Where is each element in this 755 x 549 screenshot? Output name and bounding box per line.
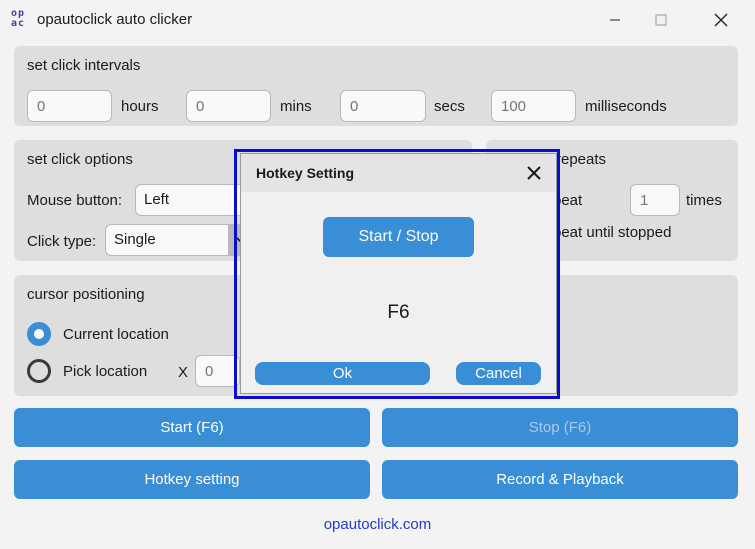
dialog-title: Hotkey Setting xyxy=(256,165,355,181)
close-icon[interactable] xyxy=(698,0,744,40)
secs-label: secs xyxy=(434,98,465,115)
click-type-label: Click type: xyxy=(27,233,97,250)
ok-button[interactable]: Ok xyxy=(255,362,430,385)
website-link[interactable]: opautoclick.com xyxy=(0,516,755,533)
dialog-header: Hotkey Setting xyxy=(241,154,556,192)
mouse-button-label: Mouse button: xyxy=(27,192,123,209)
maximize-icon[interactable] xyxy=(638,0,684,40)
milliseconds-label: milliseconds xyxy=(585,98,667,115)
click-type-select[interactable]: Single xyxy=(105,224,255,256)
minimize-icon[interactable] xyxy=(592,0,638,40)
hours-input[interactable] xyxy=(27,90,112,122)
pick-location-label: Pick location xyxy=(63,363,148,380)
times-label: times xyxy=(686,192,722,209)
current-location-radio[interactable] xyxy=(27,322,51,346)
panel-title: repeats xyxy=(556,151,607,168)
title-bar: op ac opautoclick auto clicker xyxy=(0,0,755,40)
record-playback-button[interactable]: Record & Playback xyxy=(382,460,738,499)
milliseconds-input[interactable] xyxy=(491,90,576,122)
click-type-value: Single xyxy=(114,231,156,248)
pick-location-radio[interactable] xyxy=(27,359,51,383)
window-title: opautoclick auto clicker xyxy=(37,11,193,28)
mouse-button-value: Left xyxy=(144,191,170,208)
start-stop-hotkey-button[interactable]: Start / Stop xyxy=(323,217,474,257)
cancel-button[interactable]: Cancel xyxy=(456,362,541,385)
repeat-until-stopped-label: peat until stopped xyxy=(553,224,672,241)
repeat-count-input[interactable] xyxy=(630,184,680,216)
panel-title: set click intervals xyxy=(27,57,141,74)
start-button[interactable]: Start (F6) xyxy=(14,408,370,447)
current-location-label: Current location xyxy=(63,326,169,343)
mins-input[interactable] xyxy=(186,90,271,122)
click-intervals-panel: set click intervals hours mins secs mill… xyxy=(14,46,738,126)
secs-input[interactable] xyxy=(340,90,426,122)
close-icon[interactable] xyxy=(525,164,543,182)
x-label: X xyxy=(178,364,189,381)
app-logo-icon: op ac xyxy=(11,8,26,29)
hotkey-setting-button[interactable]: Hotkey setting xyxy=(14,460,370,499)
mins-label: mins xyxy=(280,98,312,115)
panel-title: set click options xyxy=(27,151,133,168)
hotkey-value: F6 xyxy=(387,302,410,323)
hours-label: hours xyxy=(121,98,159,115)
hotkey-setting-dialog: Hotkey Setting Start / Stop F6 Ok Cancel xyxy=(240,153,557,394)
panel-title: cursor positioning xyxy=(27,286,145,303)
stop-button[interactable]: Stop (F6) xyxy=(382,408,738,447)
